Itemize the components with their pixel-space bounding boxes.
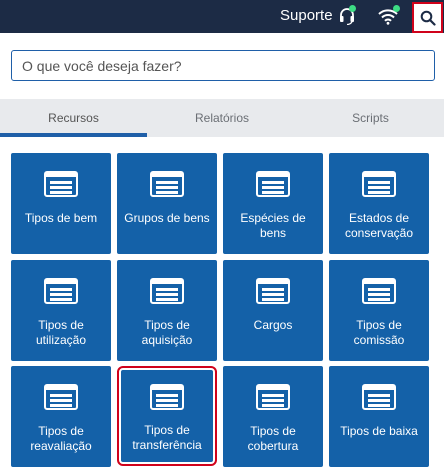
tile-label: Cargos bbox=[253, 318, 293, 332]
list-icon bbox=[256, 278, 290, 304]
search-button[interactable] bbox=[412, 2, 443, 33]
tile-tipos-de-aquisicao[interactable]: Tipos de aquisição bbox=[117, 260, 217, 361]
list-icon bbox=[362, 171, 396, 197]
list-icon bbox=[44, 384, 78, 410]
search-icon bbox=[420, 10, 436, 26]
tab-relatorios[interactable]: Relatórios bbox=[147, 99, 297, 137]
tile-tipos-de-baixa[interactable]: Tipos de baixa bbox=[329, 366, 429, 467]
connection-status-dot bbox=[393, 5, 400, 12]
list-icon bbox=[44, 171, 78, 197]
support-link[interactable]: Suporte bbox=[280, 7, 333, 25]
tile-cargos[interactable]: Cargos bbox=[223, 260, 323, 361]
tile-tipos-de-transferencia[interactable]: Tipos de transferência bbox=[117, 366, 217, 466]
tile-label: Tipos de aquisição bbox=[141, 318, 193, 347]
tile-grupos-de-bens[interactable]: Grupos de bens bbox=[117, 153, 217, 254]
tile-label: Tipos de utilização bbox=[35, 318, 87, 347]
list-icon bbox=[150, 171, 184, 197]
search-area bbox=[0, 33, 444, 99]
tile-label: Tipos de baixa bbox=[340, 424, 418, 438]
tile-tipos-de-utilizacao[interactable]: Tipos de utilização bbox=[11, 260, 111, 361]
search-input[interactable] bbox=[11, 50, 435, 81]
top-bar: Suporte bbox=[0, 0, 444, 33]
tile-tipos-de-bem[interactable]: Tipos de bem bbox=[11, 153, 111, 254]
list-icon bbox=[362, 384, 396, 410]
list-icon bbox=[362, 278, 396, 304]
tile-label: Tipos de transferência bbox=[132, 423, 202, 452]
list-icon bbox=[150, 384, 184, 410]
support-status-dot bbox=[349, 5, 356, 12]
tile-tipos-de-comissao[interactable]: Tipos de comissão bbox=[329, 260, 429, 361]
tab-scripts[interactable]: Scripts bbox=[297, 99, 444, 137]
list-icon bbox=[256, 384, 290, 410]
tab-recursos[interactable]: Recursos bbox=[0, 99, 147, 137]
tile-label: Tipos de comissão bbox=[353, 318, 405, 347]
list-icon bbox=[256, 171, 290, 197]
list-icon bbox=[150, 278, 184, 304]
tile-tipos-de-cobertura[interactable]: Tipos de cobertura bbox=[223, 366, 323, 467]
tile-label: Espécies de bens bbox=[240, 211, 306, 240]
tile-label: Estados de conservação bbox=[344, 211, 414, 240]
list-icon bbox=[44, 278, 78, 304]
tab-bar: Recursos Relatórios Scripts bbox=[0, 99, 444, 137]
tile-label: Tipos de reavaliação bbox=[30, 424, 92, 453]
tile-label: Tipos de cobertura bbox=[247, 424, 299, 453]
tile-tipos-de-reavaliacao[interactable]: Tipos de reavaliação bbox=[11, 366, 111, 467]
tile-especies-de-bens[interactable]: Espécies de bens bbox=[223, 153, 323, 254]
tile-estados-de-conservacao[interactable]: Estados de conservação bbox=[329, 153, 429, 254]
resource-grid: Tipos de bem Grupos de bens Espécies de … bbox=[0, 137, 444, 468]
tile-label: Tipos de bem bbox=[24, 211, 98, 225]
tile-label: Grupos de bens bbox=[124, 211, 210, 225]
